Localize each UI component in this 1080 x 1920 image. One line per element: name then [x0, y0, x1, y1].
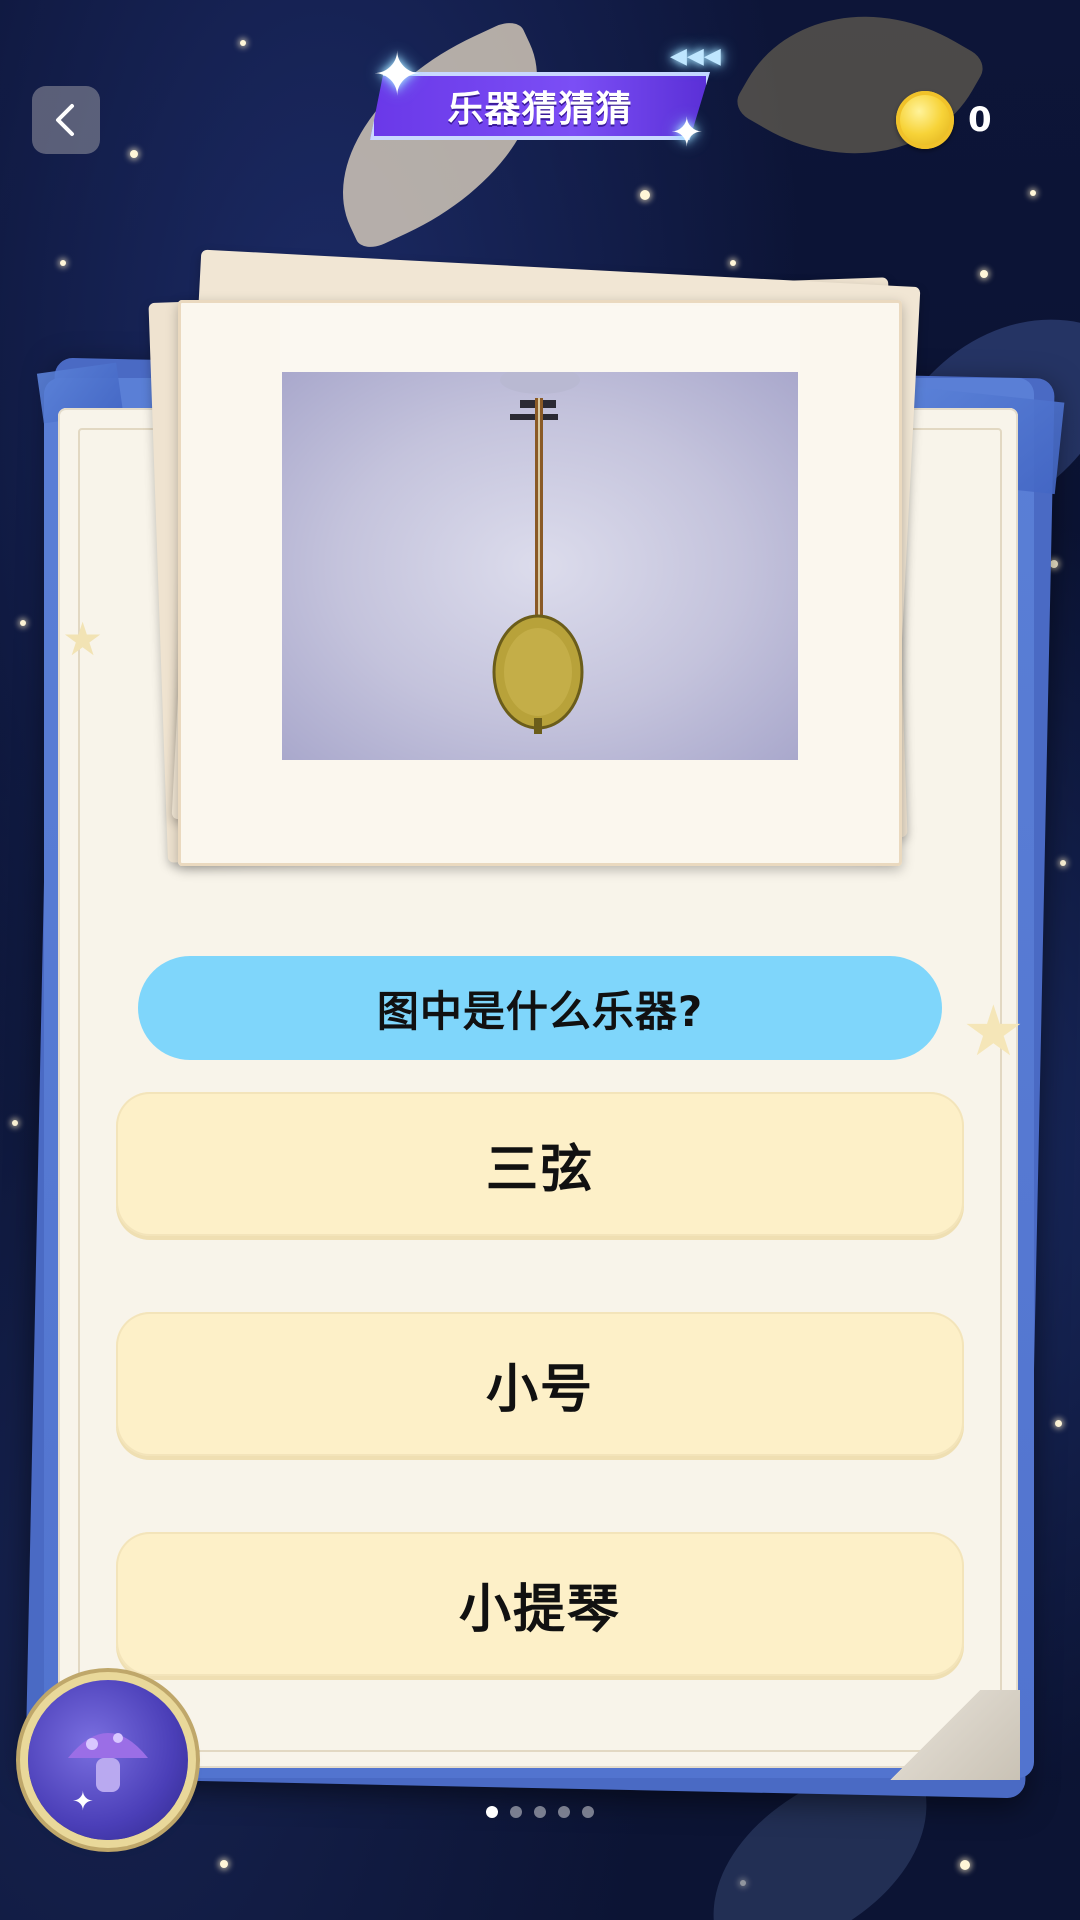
- gold-coin-icon: [896, 91, 954, 149]
- avatar-badge[interactable]: ✦: [28, 1680, 188, 1840]
- back-button[interactable]: [32, 86, 100, 154]
- page-dot[interactable]: [534, 1806, 546, 1818]
- question-banner: 图中是什么乐器?: [138, 956, 942, 1060]
- page-indicator: [486, 1806, 594, 1818]
- answer-option-2[interactable]: 小号: [116, 1312, 964, 1456]
- svg-text:✦: ✦: [72, 1787, 94, 1817]
- chevron-left-icon: [56, 104, 74, 136]
- background-star: [980, 270, 988, 278]
- background-star: [1050, 560, 1058, 568]
- arrows-icon: ◀◀◀: [670, 44, 721, 69]
- coin-counter: 0: [896, 88, 992, 152]
- answer-option-3[interactable]: 小提琴: [116, 1532, 964, 1676]
- sparkle-icon: ✦: [372, 40, 423, 110]
- question-text: 图中是什么乐器?: [376, 986, 704, 1036]
- page-dot[interactable]: [510, 1806, 522, 1818]
- background-star: [1030, 190, 1036, 196]
- game-screen: 乐器猜猜猜 ✦ ✦ ◀◀◀ 0 ★ ★ 图中是什么乐器? 三弦 小号 小提琴 ✦: [0, 0, 1080, 1920]
- background-star: [730, 260, 736, 266]
- instrument-image: [282, 372, 798, 760]
- sparkle-icon: ✦: [670, 110, 704, 156]
- background-star: [130, 150, 138, 158]
- answer-option-label: 三弦: [485, 1139, 594, 1200]
- background-star: [12, 1120, 18, 1126]
- background-star: [1060, 860, 1066, 866]
- page-dot[interactable]: [486, 1806, 498, 1818]
- background-star: [220, 1860, 228, 1868]
- answer-option-label: 小号: [485, 1359, 594, 1420]
- star-icon: ★: [962, 990, 1025, 1072]
- coin-count: 0: [968, 100, 992, 140]
- background-star: [240, 40, 246, 46]
- background-star: [20, 620, 26, 626]
- background-star: [640, 190, 650, 200]
- page-dot[interactable]: [558, 1806, 570, 1818]
- sanxian-instrument-illustration: [492, 372, 584, 734]
- background-star: [60, 260, 66, 266]
- mushroom-avatar-icon: ✦: [68, 1733, 148, 1817]
- page-dot[interactable]: [582, 1806, 594, 1818]
- page-corner-fold: [850, 1690, 1020, 1780]
- answer-option-label: 小提琴: [458, 1579, 621, 1640]
- background-star: [960, 1860, 970, 1870]
- star-icon: ★: [62, 612, 104, 666]
- answer-option-1[interactable]: 三弦: [116, 1092, 964, 1236]
- background-star: [1055, 1420, 1062, 1427]
